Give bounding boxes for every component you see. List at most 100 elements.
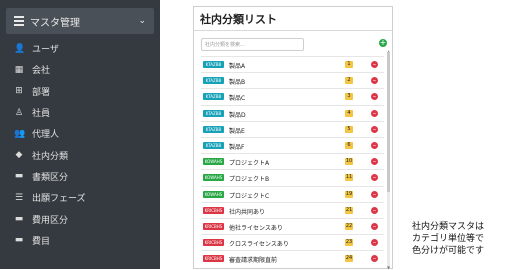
delete-button[interactable]: – <box>371 239 378 247</box>
delete-button[interactable]: – <box>371 125 378 133</box>
category-list: KTAZBB 製品A 1 – KTAZBB 製品B 2 – KTAZBB 製品C 3 – KTAZBB 製… <box>201 56 384 266</box>
category-tag-badge: KTAZBB <box>203 109 224 117</box>
sort-order-badge: 5 <box>345 125 353 133</box>
delete-button[interactable]: – <box>371 206 378 214</box>
person-icon: ♙ <box>14 107 24 118</box>
sidebar-item-8[interactable]: ▬ 費用区分 <box>0 208 160 229</box>
caption-line: 社内分類マスタは <box>412 222 485 232</box>
sort-order-badge: 1 <box>345 61 353 68</box>
category-tag-badge: KOWAHS <box>203 158 224 166</box>
delete-button[interactable]: – <box>371 93 378 101</box>
search-input[interactable]: 社内分類を検索... <box>201 38 304 51</box>
delete-button[interactable]: – <box>371 61 378 68</box>
sidebar-item-3[interactable]: ♙ 社員 <box>0 102 160 123</box>
sidebar-items: 👤 ユーザ ▦ 会社 ⊞ 部署 ♙ 社員 👥 代理人 ◆ 社内分類 ▬ 書類区分 ☰ 出願フェーズ ▬ 費用区分 ▬… <box>0 38 160 251</box>
user-icon: 👤 <box>14 43 26 54</box>
sort-order-badge: 22 <box>345 222 353 230</box>
building-icon: ▦ <box>14 64 24 75</box>
delete-button[interactable]: – <box>371 141 378 149</box>
table-row[interactable]: KOWAHS プロジェクトB 11 – <box>201 169 384 185</box>
sort-order-badge: 10 <box>345 158 353 166</box>
folder-icon: ▬ <box>14 171 24 182</box>
list-icon: ☰ <box>14 192 24 203</box>
sidebar-item-1[interactable]: ▦ 会社 <box>0 59 160 80</box>
delete-button[interactable]: – <box>371 190 378 198</box>
sidebar-item-label: 代理人 <box>32 130 60 141</box>
sidebar-item-label: 社内分類 <box>32 151 69 162</box>
delete-button[interactable]: – <box>371 77 378 85</box>
folder-icon: ▬ <box>14 214 24 225</box>
caption: 社内分類マスタは カテゴリ単位等で 色分けが可能です <box>412 221 527 257</box>
category-tag-badge: KRICBHS <box>203 239 224 247</box>
category-name: 製品C <box>229 95 246 103</box>
menu-icon <box>14 16 24 26</box>
sidebar-item-label: 部署 <box>32 87 51 98</box>
sort-order-badge: 4 <box>345 109 353 117</box>
category-name: プロジェクトB <box>229 176 270 184</box>
category-name: 他社ライセンスあり <box>229 224 283 232</box>
category-tag-badge: KOWAHS <box>203 190 224 198</box>
folder-icon: ▬ <box>14 235 24 246</box>
chevron-down-icon: ⌄ <box>138 16 146 26</box>
category-name: 製品F <box>229 143 245 151</box>
category-tag-badge: KTAZBB <box>203 125 224 133</box>
sidebar-item-label: 費目 <box>32 236 51 247</box>
sidebar-item-6[interactable]: ▬ 書類区分 <box>0 166 160 187</box>
sidebar-item-label: 書類区分 <box>32 172 69 183</box>
sidebar-item-5[interactable]: ◆ 社内分類 <box>0 144 160 165</box>
table-row[interactable]: KTAZBB 製品D 4 – <box>201 104 384 121</box>
delete-button[interactable]: – <box>371 158 378 166</box>
sort-order-badge: 2 <box>345 77 353 85</box>
category-name: 社内共同あり <box>229 208 266 216</box>
category-name: 製品D <box>229 111 246 119</box>
divider <box>194 30 392 31</box>
category-name: 審査請求期限直前 <box>229 257 278 265</box>
add-category-button[interactable]: + <box>379 39 387 47</box>
delete-button[interactable]: – <box>371 109 378 117</box>
table-row[interactable]: KTAZBB 製品A 1 – <box>201 56 384 72</box>
category-name: 製品B <box>229 79 246 87</box>
scrollbar-thumb[interactable] <box>387 52 390 192</box>
sidebar-item-7[interactable]: ☰ 出願フェーズ <box>0 187 160 208</box>
category-name: プロジェクトA <box>229 160 270 168</box>
table-row[interactable]: KRICBHS 審査請求期限直前 24 – <box>201 250 384 266</box>
sidebar-header-master[interactable]: マスタ管理 ⌄ <box>6 8 154 34</box>
sidebar-item-label: 費用区分 <box>32 215 69 226</box>
sort-order-badge: 19 <box>345 190 353 198</box>
table-row[interactable]: KRICBHS 社内共同あり 21 – <box>201 201 384 218</box>
delete-button[interactable]: – <box>371 255 378 263</box>
sidebar-item-label: 出願フェーズ <box>32 194 86 205</box>
sort-order-badge: 23 <box>345 239 353 247</box>
table-row[interactable]: KTAZBB 製品C 3 – <box>201 88 384 104</box>
sidebar-item-2[interactable]: ⊞ 部署 <box>0 81 160 102</box>
tag-icon: ◆ <box>15 150 23 161</box>
scrollbar[interactable] <box>387 52 390 266</box>
sidebar-item-label: 社員 <box>32 109 51 120</box>
category-tag-badge: KOWAHS <box>203 174 224 182</box>
category-tag-badge: KRICBHS <box>203 255 224 263</box>
caption-line: 色分けが可能です <box>412 246 485 256</box>
sitemap-icon: ⊞ <box>15 86 23 97</box>
sort-order-badge: 21 <box>345 206 353 214</box>
delete-button[interactable]: – <box>371 174 378 182</box>
caption-line: カテゴリ単位等で <box>412 234 485 244</box>
category-tag-badge: KTAZBB <box>203 93 224 101</box>
category-tag-badge: KRICBHS <box>203 222 224 230</box>
table-row[interactable]: KTAZBB 製品E 5 – <box>201 120 384 137</box>
table-row[interactable]: KRICBHS クロスライセンスあり 23 – <box>201 234 384 250</box>
table-row[interactable]: KTAZBB 製品B 2 – <box>201 72 384 88</box>
category-tag-badge: KTAZBB <box>203 77 224 85</box>
table-row[interactable]: KRICBHS 他社ライセンスあり 22 – <box>201 217 384 234</box>
table-row[interactable]: KTAZBB 製品F 6 – <box>201 136 384 153</box>
sort-order-badge: 3 <box>345 93 353 101</box>
sidebar-item-label: ユーザ <box>32 45 59 56</box>
scroll-down-icon[interactable]: ▼ <box>387 265 390 270</box>
delete-button[interactable]: – <box>371 222 378 230</box>
sidebar-item-0[interactable]: 👤 ユーザ <box>0 38 160 59</box>
users-icon: 👥 <box>14 128 26 139</box>
table-row[interactable]: KOWAHS プロジェクトC 19 – <box>201 185 384 202</box>
sidebar-item-4[interactable]: 👥 代理人 <box>0 123 160 144</box>
sidebar-item-9[interactable]: ▬ 費目 <box>0 230 160 251</box>
table-row[interactable]: KOWAHS プロジェクトA 10 – <box>201 153 384 169</box>
sidebar-item-label: 会社 <box>32 66 51 77</box>
